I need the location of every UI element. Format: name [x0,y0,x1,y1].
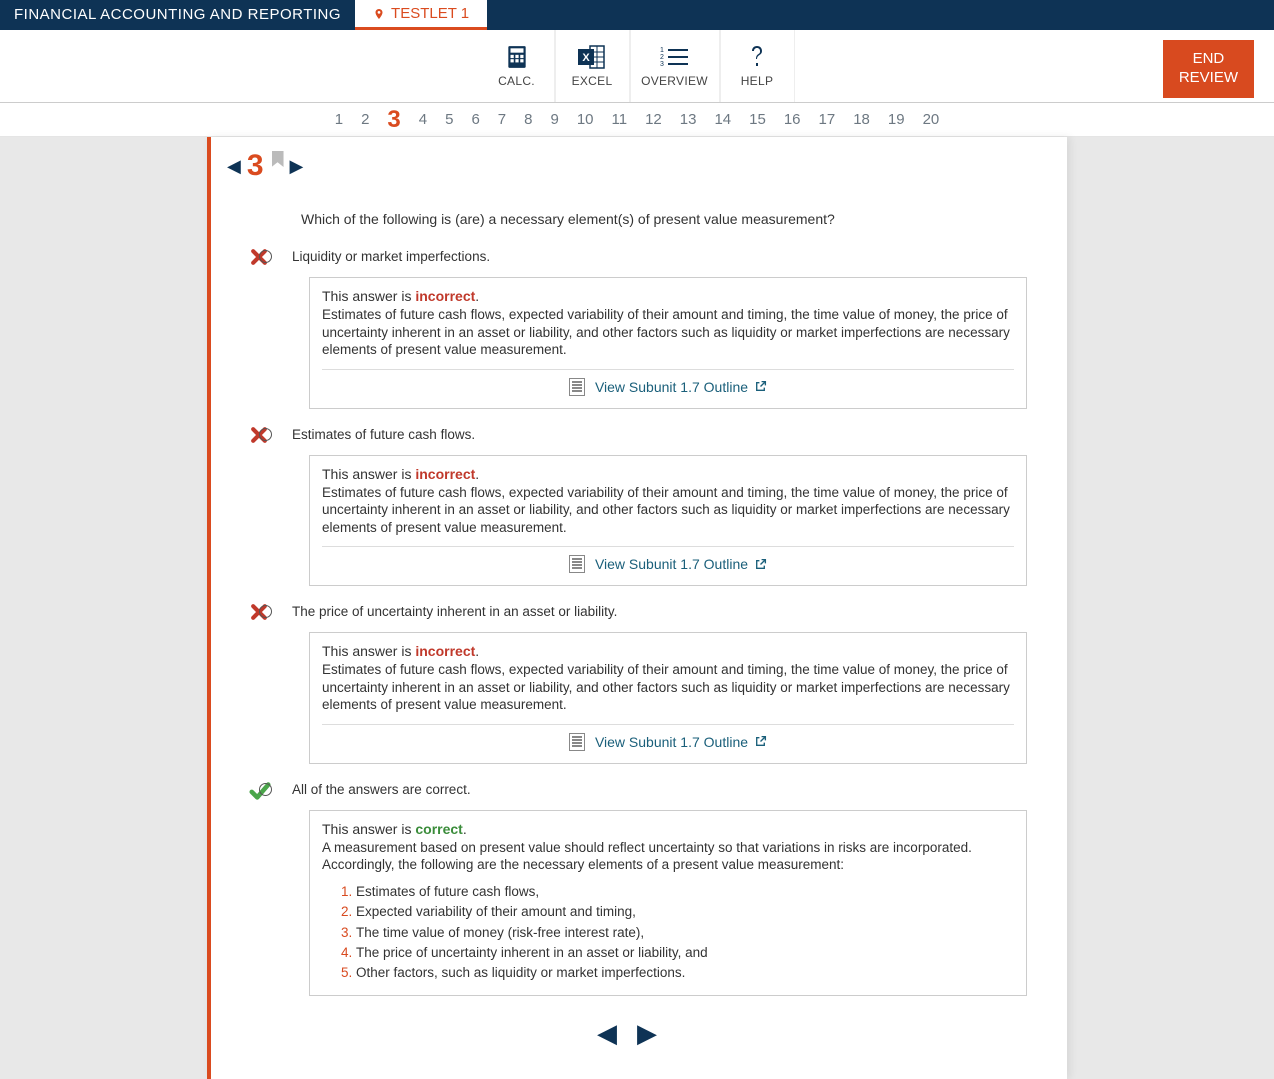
qnav-item-14[interactable]: 14 [714,111,731,128]
qnav-item-4[interactable]: 4 [419,111,427,128]
qnav-item-12[interactable]: 12 [645,111,662,128]
subunit-outline-link[interactable]: View Subunit 1.7 Outline [595,734,767,750]
excel-label: EXCEL [572,74,613,88]
explanation-body: A measurement based on present value sho… [322,839,1014,874]
answer-1: Estimates of future cash flows.This answ… [309,427,1027,587]
qnav-item-1[interactable]: 1 [335,111,343,128]
subunit-row: View Subunit 1.7 Outline [322,546,1014,573]
qnav-item-19[interactable]: 19 [888,111,905,128]
qnav-item-16[interactable]: 16 [784,111,801,128]
qnav-item-9[interactable]: 9 [550,111,558,128]
end-review-line1: END [1179,50,1238,69]
bookmark-icon[interactable] [272,151,284,167]
explanation-body: Estimates of future cash flows, expected… [322,661,1014,714]
answer-label-1: Estimates of future cash flows. [292,427,475,442]
excel-icon: X [578,44,606,70]
external-link-icon [754,380,767,393]
explanation-box-3: This answer is correct. A measurement bas… [309,810,1027,996]
qnav-item-7[interactable]: 7 [498,111,506,128]
qnav-item-8[interactable]: 8 [524,111,532,128]
help-label: HELP [741,74,774,88]
question-icon [748,44,766,70]
qnav-item-17[interactable]: 17 [819,111,836,128]
explanation-body: Estimates of future cash flows, expected… [322,306,1014,359]
explanation-box-1: This answer is incorrect. Estimates of fu… [309,455,1027,587]
content-panel: ◀ 3 ▶ Which of the following is (are) a … [207,137,1067,1079]
list-item: Expected variability of their amount and… [356,902,1014,922]
qnav-item-20[interactable]: 20 [923,111,940,128]
subunit-outline-link[interactable]: View Subunit 1.7 Outline [595,379,767,395]
svg-text:1: 1 [660,47,664,54]
calc-label: CALC. [498,74,535,88]
list-item: Estimates of future cash flows, [356,882,1014,902]
calc-button[interactable]: CALC. [480,30,555,102]
answer-radio-1[interactable] [259,428,272,441]
next-question-arrow[interactable]: ▶ [290,156,304,177]
explanation-body: Estimates of future cash flows, expected… [322,484,1014,537]
answer-3: All of the answers are correct.This answ… [309,782,1027,996]
prev-nav-arrow[interactable]: ◀ [597,1018,617,1049]
answer-0: Liquidity or market imperfections.This a… [309,249,1027,409]
qnav-item-10[interactable]: 10 [577,111,594,128]
question-nav: 1234567891011121314151617181920 [0,103,1274,137]
help-button[interactable]: HELP [720,30,795,102]
overview-label: OVERVIEW [641,74,708,88]
qnav-item-18[interactable]: 18 [853,111,870,128]
overview-button[interactable]: 123 OVERVIEW [630,30,720,102]
answers-container: Liquidity or market imperfections.This a… [309,249,1027,996]
list-item: Other factors, such as liquidity or mark… [356,963,1014,983]
answer-radio-0[interactable] [259,250,272,263]
document-icon [569,378,585,396]
toolbar: CALC. X EXCEL 123 OVERVIEW HELP END REVI… [0,30,1274,103]
top-bar: FINANCIAL ACCOUNTING AND REPORTING TESTL… [0,0,1274,30]
list-item: The time value of money (risk-free inter… [356,923,1014,943]
qnav-item-5[interactable]: 5 [445,111,453,128]
end-review-button[interactable]: END REVIEW [1163,40,1254,98]
next-nav-arrow[interactable]: ▶ [637,1018,657,1049]
question-text: Which of the following is (are) a necess… [301,211,1027,227]
qnav-item-3[interactable]: 3 [387,106,400,134]
question-header: ◀ 3 ▶ [227,149,1027,183]
svg-text:2: 2 [660,54,664,61]
list-item: The price of uncertainty inherent in an … [356,943,1014,963]
external-link-icon [754,558,767,571]
explanation-list: Estimates of future cash flows,Expected … [322,882,1014,983]
document-icon [569,555,585,573]
answer-label-3: All of the answers are correct. [292,782,471,797]
svg-text:3: 3 [660,61,664,68]
subunit-row: View Subunit 1.7 Outline [322,369,1014,396]
calculator-icon [504,44,530,70]
explanation-intro: This answer is incorrect. [322,643,1014,659]
qnav-item-2[interactable]: 2 [361,111,369,128]
answer-radio-3[interactable] [259,783,272,796]
qnav-item-15[interactable]: 15 [749,111,766,128]
list-icon: 123 [660,44,690,70]
document-icon [569,733,585,751]
explanation-intro: This answer is correct. [322,821,1014,837]
explanation-intro: This answer is incorrect. [322,288,1014,304]
answer-2: The price of uncertainty inherent in an … [309,604,1027,764]
explanation-box-2: This answer is incorrect. Estimates of fu… [309,632,1027,764]
prev-question-arrow[interactable]: ◀ [227,156,241,177]
explanation-intro: This answer is incorrect. [322,466,1014,482]
excel-button[interactable]: X EXCEL [555,30,630,102]
testlet-label: TESTLET 1 [391,5,469,22]
end-review-line2: REVIEW [1179,69,1238,88]
bottom-nav: ◀ ▶ [227,1018,1027,1049]
external-link-icon [754,735,767,748]
question-number: 3 [247,149,264,183]
subunit-outline-link[interactable]: View Subunit 1.7 Outline [595,556,767,572]
testlet-tab[interactable]: TESTLET 1 [355,0,487,30]
answer-label-0: Liquidity or market imperfections. [292,249,490,264]
answer-label-2: The price of uncertainty inherent in an … [292,604,617,619]
location-pin-icon [373,8,385,20]
subunit-row: View Subunit 1.7 Outline [322,724,1014,751]
qnav-item-11[interactable]: 11 [612,111,628,128]
answer-radio-2[interactable] [259,605,272,618]
qnav-item-6[interactable]: 6 [471,111,479,128]
app-title: FINANCIAL ACCOUNTING AND REPORTING [0,0,355,30]
qnav-item-13[interactable]: 13 [680,111,697,128]
explanation-box-0: This answer is incorrect. Estimates of fu… [309,277,1027,409]
svg-text:X: X [582,52,590,64]
